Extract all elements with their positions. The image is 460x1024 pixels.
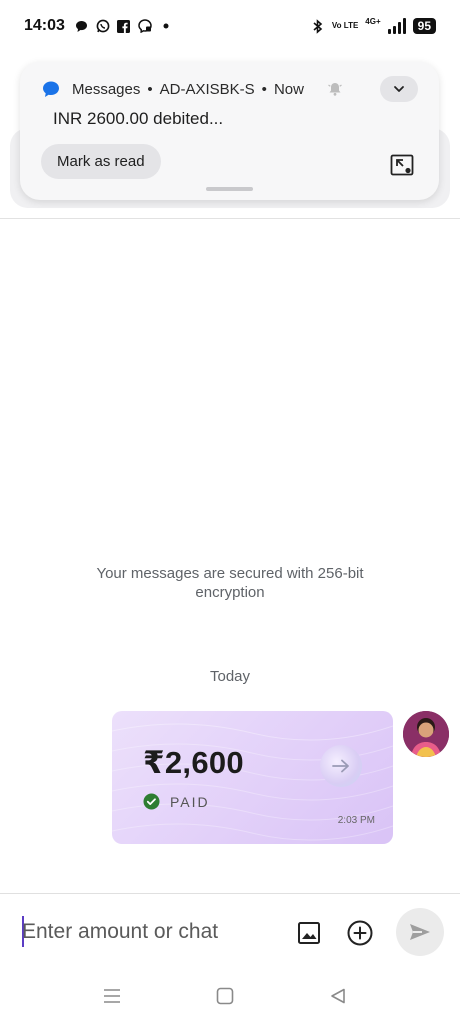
home-button[interactable] [213,984,237,1008]
system-navigation-bar [0,976,460,1016]
avatar-image [403,711,449,757]
send-button[interactable] [396,908,444,956]
volte-indicator: Vo LTE [331,21,359,30]
recents-button[interactable] [100,984,124,1008]
date-separator: Today [209,668,251,685]
alert-bell-icon [328,83,342,96]
payment-time: 2:03 PM [337,815,375,826]
heads-up-notification[interactable]: Messages • AD-AXISBK-S • Now INR 2600.00… [20,62,439,200]
payment-status-label: PAID [170,793,210,810]
notification-app-name: Messages [72,80,141,98]
battery-level: 95 [412,18,436,34]
notification-drag-handle[interactable] [206,187,253,191]
bluetooth-icon [311,18,325,34]
check-circle-icon [143,793,160,810]
composer-divider [0,893,460,894]
picture-in-picture-icon[interactable] [390,154,414,176]
payment-amount: ₹2,600 [143,745,244,780]
payment-details-button[interactable] [320,745,362,787]
payment-card[interactable]: ₹2,600 PAID 2:03 PM [112,711,393,844]
mark-as-read-button[interactable]: Mark as read [41,144,161,179]
facebook-icon [117,19,131,33]
messages-app-icon [43,81,59,97]
notification-header: Messages • AD-AXISBK-S • Now [42,80,304,98]
separator-dot: • [147,80,153,98]
arrow-right-icon [332,759,349,773]
plus-circle-icon [347,920,373,946]
encryption-notice: Your messages are secured with 256-bit e… [0,564,460,602]
payment-status: PAID [143,793,210,810]
messenger-icon [138,19,152,33]
expand-notification-button[interactable] [380,76,418,102]
status-right-icons: Vo LTE 4G+ 95 [311,16,436,34]
status-notification-icons [75,19,173,33]
encryption-notice-line1: Your messages are secured with 256-bit [96,565,364,582]
notification-sender: AD-AXISBK-S [159,80,255,98]
encryption-notice-line2: encryption [195,584,265,601]
menu-lines-icon [104,989,120,1003]
back-triangle-icon [331,988,345,1004]
network-type: 4G+ [365,16,381,26]
status-time: 14:03 [24,17,65,34]
whatsapp-icon [96,19,110,33]
back-button[interactable] [326,984,350,1008]
top-divider [0,218,460,219]
notification-body: INR 2600.00 debited... [53,109,224,128]
dot-icon [159,19,173,33]
image-icon [298,922,320,944]
chat-bubble-icon [75,19,89,33]
signal-strength-icon [387,18,406,34]
chevron-down-icon [394,86,404,92]
avatar[interactable] [403,711,449,757]
send-icon [410,924,430,940]
gallery-button[interactable] [296,920,322,946]
square-icon [216,987,234,1005]
add-attachment-button[interactable] [346,919,374,947]
status-bar: 14:03 Vo LTE 4G+ 95 [0,0,460,52]
notification-time: Now [273,80,304,98]
message-input[interactable] [22,914,272,950]
separator-dot: • [261,80,267,98]
